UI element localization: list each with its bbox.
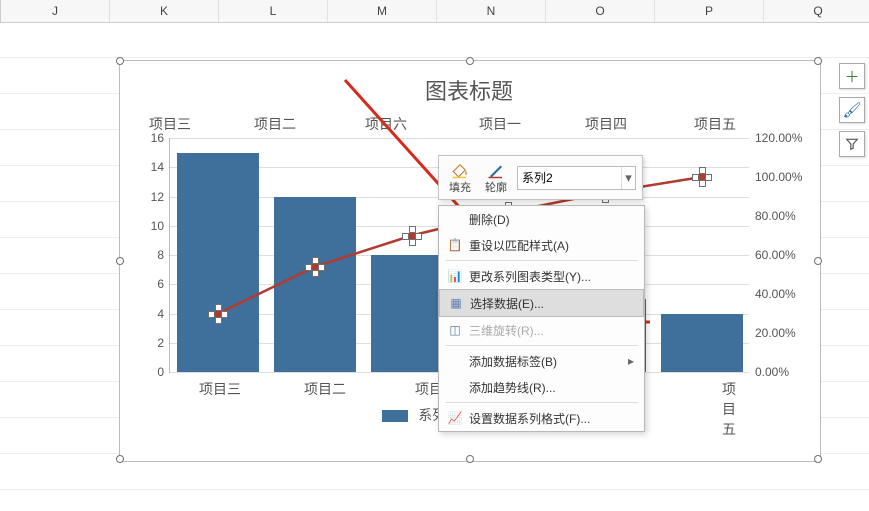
submenu-arrow-icon: ▸ bbox=[628, 354, 634, 368]
table-icon: ▦ bbox=[448, 296, 464, 310]
col-K[interactable]: K bbox=[110, 0, 219, 22]
series-selector[interactable]: ▾ bbox=[517, 166, 636, 190]
chart-handle[interactable] bbox=[466, 455, 474, 463]
cat-top: 项目一 bbox=[479, 114, 521, 134]
chart-handle[interactable] bbox=[814, 455, 822, 463]
chart-handle[interactable] bbox=[116, 57, 124, 65]
column-headers: J K L M N O P Q bbox=[0, 0, 869, 23]
y2-tick: 0.00% bbox=[755, 365, 815, 379]
y-tick: 4 bbox=[134, 307, 164, 321]
ctx-add-data-labels[interactable]: 添加数据标签(B)▸ bbox=[439, 348, 644, 374]
y-tick: 2 bbox=[134, 336, 164, 350]
cat-top: 项目四 bbox=[585, 114, 627, 134]
brush-icon: 🖌 bbox=[842, 101, 861, 119]
ctx-delete[interactable]: 删除(D) bbox=[439, 206, 644, 232]
chevron-down-icon[interactable]: ▾ bbox=[621, 167, 635, 189]
paint-bucket-icon bbox=[451, 161, 469, 179]
fill-button[interactable]: 填充 bbox=[445, 161, 475, 195]
cube-icon: ◫ bbox=[447, 323, 463, 337]
chart-handle[interactable] bbox=[466, 57, 474, 65]
marker-selection-handles bbox=[211, 307, 225, 321]
y2-tick: 120.00% bbox=[755, 131, 815, 145]
chart-filters-button[interactable] bbox=[839, 131, 865, 157]
y-tick: 6 bbox=[134, 277, 164, 291]
col-N[interactable]: N bbox=[437, 0, 546, 22]
chart-styles-button[interactable]: 🖌 bbox=[839, 97, 865, 123]
chart-title[interactable]: 图表标题 bbox=[119, 60, 819, 104]
y-tick: 16 bbox=[134, 131, 164, 145]
chart-handle[interactable] bbox=[116, 257, 124, 265]
ctx-3d-rotate: ◫三维旋转(R)... bbox=[439, 317, 644, 343]
y-tick: 10 bbox=[134, 219, 164, 233]
y-tick: 14 bbox=[134, 160, 164, 174]
cat-bot: 项目三 bbox=[199, 379, 241, 399]
cat-top: 项目二 bbox=[254, 114, 296, 134]
ctx-separator bbox=[445, 345, 638, 346]
ctx-select-data[interactable]: ▦选择数据(E)... bbox=[439, 289, 644, 317]
chart-handle[interactable] bbox=[116, 455, 124, 463]
chart-side-panel: ＋ 🖌 bbox=[839, 55, 869, 165]
chart-handle[interactable] bbox=[814, 257, 822, 265]
outline-label: 轮廓 bbox=[485, 179, 507, 195]
outline-button[interactable]: 轮廓 bbox=[481, 161, 511, 195]
ctx-separator bbox=[445, 260, 638, 261]
ctx-change-chart-type[interactable]: 📊更改系列图表类型(Y)... bbox=[439, 263, 644, 289]
category-axis-top: 项目三 项目二 项目六 项目一 项目四 项目五 bbox=[119, 114, 819, 136]
chart-elements-button[interactable]: ＋ bbox=[839, 63, 865, 89]
y2-tick: 80.00% bbox=[755, 209, 815, 223]
fill-label: 填充 bbox=[449, 179, 471, 195]
marker-selection-handles bbox=[405, 229, 419, 243]
col-O[interactable]: O bbox=[546, 0, 655, 22]
y2-tick: 100.00% bbox=[755, 170, 815, 184]
y2-tick: 40.00% bbox=[755, 287, 815, 301]
cat-bot: 项目五 bbox=[722, 379, 749, 439]
pen-outline-icon bbox=[487, 161, 505, 179]
y-tick: 8 bbox=[134, 248, 164, 262]
chart-type-icon: 📊 bbox=[447, 269, 463, 283]
y2-tick: 60.00% bbox=[755, 248, 815, 262]
plus-icon: ＋ bbox=[844, 66, 859, 87]
format-icon: 📈 bbox=[447, 411, 463, 425]
col-J[interactable]: J bbox=[1, 0, 110, 22]
marker-selection-handles bbox=[308, 260, 322, 274]
y2-tick: 20.00% bbox=[755, 326, 815, 340]
cat-top: 项目五 bbox=[694, 114, 736, 134]
col-M[interactable]: M bbox=[328, 0, 437, 22]
ctx-add-trendline[interactable]: 添加趋势线(R)... bbox=[439, 374, 644, 400]
cat-bot: 项目二 bbox=[304, 379, 346, 399]
context-menu: 删除(D) 📋重设以匹配样式(A) 📊更改系列图表类型(Y)... ▦选择数据(… bbox=[438, 205, 645, 432]
ctx-reset-style[interactable]: 📋重设以匹配样式(A) bbox=[439, 232, 644, 258]
col-P[interactable]: P bbox=[655, 0, 764, 22]
col-L[interactable]: L bbox=[219, 0, 328, 22]
y-tick: 0 bbox=[134, 365, 164, 379]
marker-selection-handles bbox=[695, 170, 709, 184]
col-Q[interactable]: Q bbox=[764, 0, 869, 22]
series-select-input[interactable] bbox=[518, 171, 621, 185]
reset-style-icon: 📋 bbox=[447, 238, 463, 252]
mini-toolbar: 填充 轮廓 ▾ bbox=[438, 155, 643, 200]
ctx-separator bbox=[445, 402, 638, 403]
ctx-format-series[interactable]: 📈设置数据系列格式(F)... bbox=[439, 405, 644, 431]
chart-handle[interactable] bbox=[814, 57, 822, 65]
funnel-icon bbox=[845, 137, 859, 151]
y-tick: 12 bbox=[134, 190, 164, 204]
cat-top: 项目六 bbox=[365, 114, 407, 134]
legend-swatch-bar bbox=[382, 410, 408, 422]
